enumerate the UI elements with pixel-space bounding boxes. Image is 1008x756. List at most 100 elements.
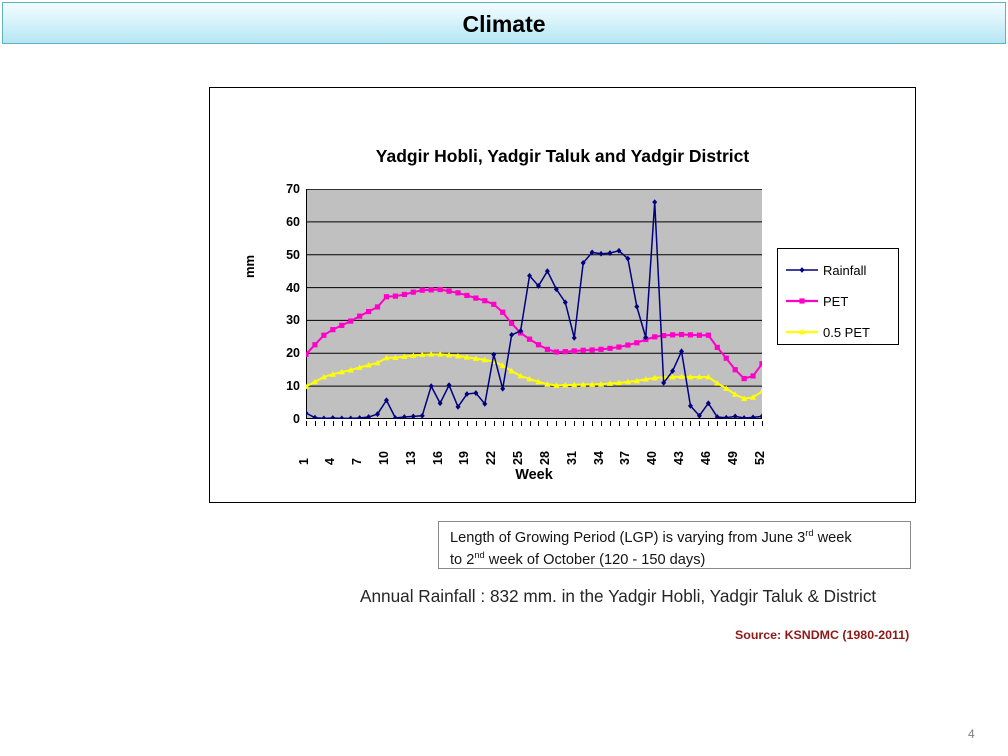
data-point-marker <box>348 415 354 419</box>
x-axis-tickmark <box>449 421 451 426</box>
data-point-marker <box>446 288 452 294</box>
x-axis-tickmark <box>556 421 558 426</box>
x-axis-tickmark <box>431 421 433 426</box>
data-point-marker <box>799 267 805 273</box>
x-axis-tick: 1 <box>296 458 311 465</box>
x-axis-tickmark <box>484 421 486 426</box>
x-axis-tickmark <box>314 421 316 426</box>
y-axis-tick: 40 <box>286 280 300 295</box>
x-axis-tickmark <box>735 421 737 426</box>
data-point-marker <box>365 308 372 315</box>
x-axis-tickmark <box>753 421 755 426</box>
x-axis-tickmark <box>341 421 343 426</box>
x-axis-tick: 49 <box>725 451 740 465</box>
data-point-marker <box>491 301 497 307</box>
data-point-marker <box>348 318 354 324</box>
x-axis-tickmark <box>466 421 468 426</box>
series-pet <box>306 286 762 382</box>
x-axis-tickmark <box>592 421 594 426</box>
x-axis-tickmark <box>440 421 442 426</box>
y-axis-tick: 30 <box>286 313 300 328</box>
x-axis-tickmark <box>332 421 334 426</box>
data-point-marker <box>714 344 720 350</box>
data-point-marker <box>473 295 479 301</box>
x-axis-tickmark <box>493 421 495 426</box>
data-point-marker <box>625 342 631 348</box>
data-point-marker <box>383 294 390 300</box>
x-axis-tick: 13 <box>403 451 418 465</box>
y-axis-tick: 20 <box>286 346 300 361</box>
x-axis-tickmark <box>636 421 638 426</box>
x-axis-tickmark <box>574 421 576 426</box>
data-point-marker <box>500 309 506 315</box>
y-axis-tick: 0 <box>293 412 300 426</box>
data-point-marker <box>419 287 425 293</box>
data-point-marker <box>562 349 568 355</box>
chart-series-svg <box>306 189 762 419</box>
x-axis-tickmark <box>645 421 647 426</box>
data-point-marker <box>306 351 309 357</box>
data-point-marker <box>410 289 416 295</box>
x-axis-tick-labels: 1 4 7 10 13 16 19 22 25 28 31 34 37 40 43 46 49 52 <box>297 421 767 465</box>
data-point-marker <box>401 291 407 298</box>
data-point-marker <box>428 287 434 293</box>
data-point-marker <box>339 415 345 419</box>
data-point-marker <box>607 345 613 351</box>
data-point-marker <box>598 250 604 257</box>
y-axis-title: mm <box>242 254 257 278</box>
legend-item-pet: PET <box>784 290 848 312</box>
x-axis-tickmark <box>323 421 325 426</box>
data-point-marker <box>571 348 577 354</box>
data-point-marker <box>696 332 703 338</box>
data-point-marker <box>357 313 363 319</box>
legend-item-0-5-pet: 0.5 PET <box>784 321 870 343</box>
legend-swatch-icon <box>784 325 820 339</box>
data-point-marker <box>330 327 336 333</box>
data-point-marker <box>330 415 336 419</box>
chart-title: Yadgir Hobli, Yadgir Taluk and Yadgir Di… <box>375 146 750 166</box>
data-point-marker <box>437 286 443 293</box>
data-point-marker <box>571 334 577 341</box>
y-axis-tick-labels: 0 10 20 30 40 50 60 70 <box>266 182 300 426</box>
x-axis-tickmark <box>690 421 692 426</box>
x-axis-tickmark <box>663 421 665 426</box>
x-axis-tickmark <box>359 421 361 426</box>
legend-swatch-icon <box>784 294 820 308</box>
lgp-text-box: Length of Growing Period (LGP) is varyin… <box>438 521 911 569</box>
data-point-marker <box>509 331 515 338</box>
data-point-marker <box>366 414 372 419</box>
x-axis-tickmark <box>565 421 567 426</box>
chart-container: Yadgir Hobli, Yadgir Taluk and Yadgir Di… <box>209 87 916 503</box>
data-point-marker <box>455 290 461 296</box>
x-axis-tickmark <box>610 421 611 426</box>
data-point-marker <box>312 342 318 348</box>
y-axis-tick: 60 <box>286 214 300 229</box>
data-point-marker <box>705 332 711 338</box>
data-point-marker <box>750 414 756 419</box>
x-axis-tickmark <box>726 421 728 426</box>
lgp-line1-superscript: rd <box>805 528 814 538</box>
x-axis-tickmark <box>744 421 746 426</box>
x-axis-tickmark <box>538 421 540 426</box>
x-axis-tickmark <box>368 421 370 426</box>
x-axis-tick: 37 <box>618 451 633 465</box>
lgp-line1-part2: week <box>813 529 852 546</box>
source-note: Source: KSNDMC (1980-2011) <box>735 628 910 642</box>
data-point-marker <box>652 334 658 340</box>
data-point-marker <box>678 331 685 338</box>
x-axis-tick: 25 <box>511 451 526 465</box>
x-axis-tickmark <box>681 421 683 426</box>
data-point-marker <box>392 293 399 299</box>
data-point-marker <box>634 303 640 310</box>
x-axis-tick: 43 <box>672 451 687 465</box>
y-axis-tick: 50 <box>286 247 300 262</box>
x-axis-tickmark <box>422 421 424 426</box>
legend-label: PET <box>823 293 849 309</box>
x-axis-tickmark <box>458 421 459 426</box>
data-point-marker <box>500 385 506 392</box>
data-point-marker <box>687 332 694 338</box>
data-point-marker <box>723 414 729 419</box>
x-axis-tickmark <box>475 421 477 426</box>
x-axis-tick: 16 <box>430 451 445 465</box>
x-axis-tickmark <box>708 421 710 426</box>
